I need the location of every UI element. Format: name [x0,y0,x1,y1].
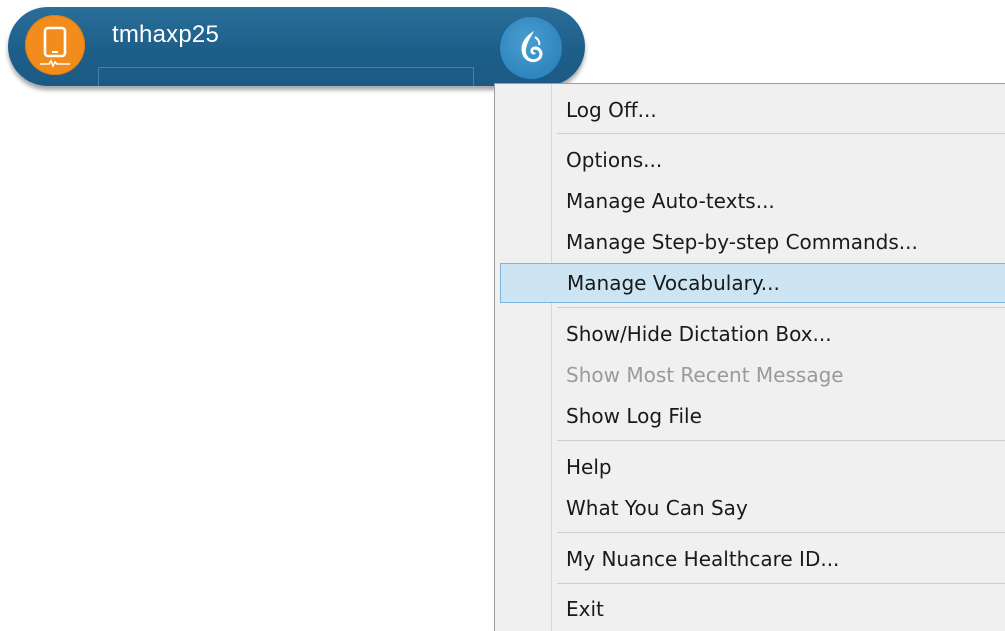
menu-item-log-off[interactable]: Log Off... [495,90,1005,130]
menu-item-manage-step-by-step-commands[interactable]: Manage Step-by-step Commands... [495,222,1005,262]
menu-item-manage-auto-texts[interactable]: Manage Auto-texts... [495,181,1005,221]
menu-item-show-most-recent-message[interactable]: Show Most Recent Message [495,355,1005,395]
menu-separator [557,133,1005,134]
context-menu: Log Off... Options... Manage Auto-texts.… [494,83,1005,631]
menu-item-exit[interactable]: Exit [495,589,1005,629]
menu-item-help[interactable]: Help [495,447,1005,487]
menu-item-what-you-can-say[interactable]: What You Can Say [495,488,1005,528]
dictation-level-field [98,67,474,86]
dragon-logo-icon [521,31,543,63]
user-name-label: tmhaxp25 [112,21,219,48]
microphone-button[interactable] [25,15,85,75]
screen: tmhaxp25 Log Off... Options... Manage Au… [0,0,1005,631]
menu-separator [557,307,1005,308]
menu-separator [557,532,1005,533]
menu-item-show-hide-dictation-box[interactable]: Show/Hide Dictation Box... [495,314,1005,354]
menu-item-show-log-file[interactable]: Show Log File [495,396,1005,436]
dragon-menu-button[interactable] [500,17,562,79]
menu-separator [557,440,1005,441]
menu-item-my-nuance-healthcare-id[interactable]: My Nuance Healthcare ID... [495,539,1005,579]
dragon-toolbar: tmhaxp25 [8,7,585,86]
menu-separator [557,583,1005,584]
mobile-phone-icon [40,26,70,68]
menu-item-manage-vocabulary[interactable]: Manage Vocabulary... [500,263,1005,303]
menu-item-options[interactable]: Options... [495,140,1005,180]
